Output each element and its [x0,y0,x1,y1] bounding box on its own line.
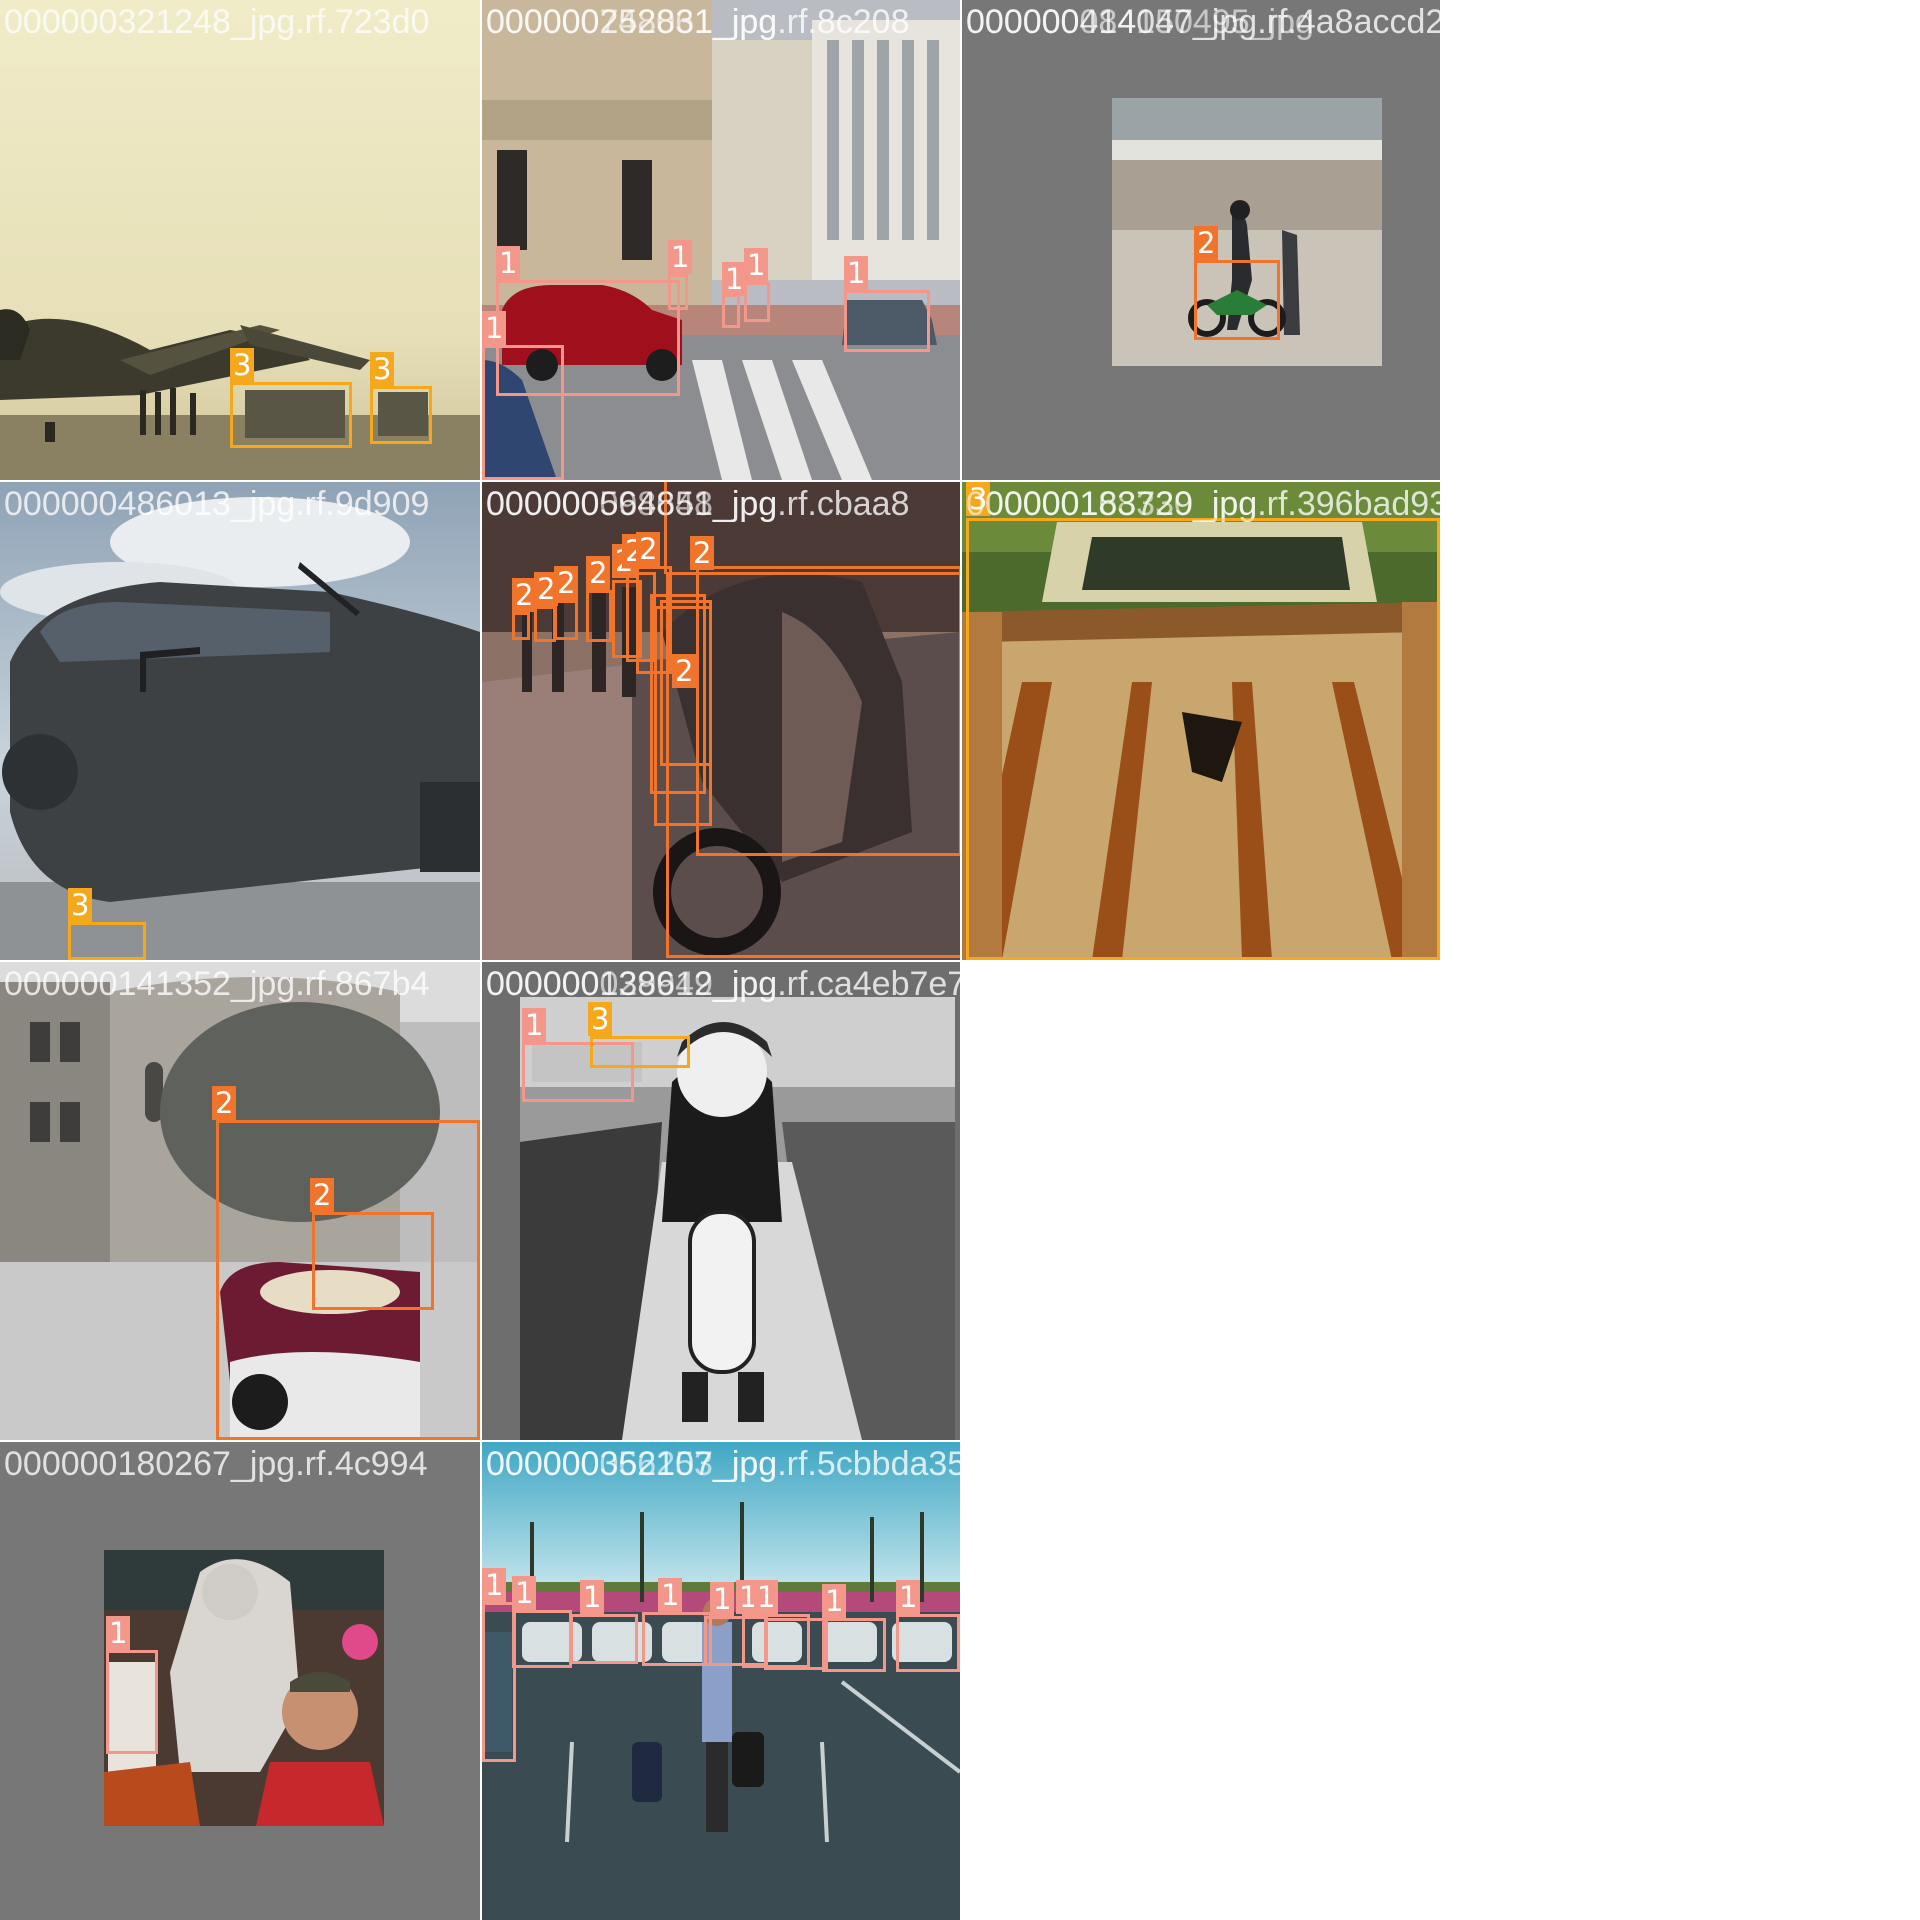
overlap-filename: 000000748061_jpg [486,3,778,41]
detection-box [696,566,960,856]
mosaic-tile-2: 000000252831_jpg.rf.8c208 1 1 1 1 1 1 [482,0,960,480]
detection-label: 2 [636,532,661,566]
detection-label: 1 [522,1008,547,1042]
detection-box [844,290,930,352]
detection-box [106,1650,158,1754]
detection-label: 1 [658,1578,683,1612]
detection-box [966,518,1440,960]
detection-label: 1 [106,1616,131,1650]
detection-box [512,1610,572,1668]
mosaic-tile-10: 000000352107_jpg.rf.5cbbda3501894cee9805… [482,1442,960,1920]
detection-box [764,1618,828,1670]
detection-box [590,1036,690,1068]
detection-label: 1 [496,246,521,280]
detection-label: 2 [586,556,611,590]
detection-box [822,1618,886,1672]
detection-box [570,1614,638,1664]
mosaic-tile-5: 000000564851_jpg.rf.cbaa8 2 2 2 2 2 2 2 … [482,482,960,960]
detection-label: 1 [722,262,747,296]
detection-box [722,294,740,328]
detection-box [370,386,432,444]
detection-label: 1 [844,256,869,290]
tile-photo [482,962,960,1440]
detection-label: 1 [754,1580,779,1614]
detection-label: 1 [896,1580,921,1614]
mosaic-tile-3: 000000414047_jpg.rf.4a8accd28c3bd15b988d… [962,0,1440,480]
detection-box [668,274,688,310]
detection-label: 1 [822,1584,847,1618]
detection-label: 2 [310,1178,335,1212]
detection-label: 3 [230,348,255,382]
detection-label: 2 [212,1086,237,1120]
detection-box [1194,260,1280,340]
detection-box [554,600,578,640]
detection-box [482,1602,516,1762]
detection-label: 1 [482,311,507,345]
overlap-filename: 000000084150495_jpg [966,3,1314,41]
detection-box [482,345,564,480]
mosaic-tile-1: 000000321248_jpg.rf.723d0 3 3 [0,0,480,480]
detection-label: 1 [512,1576,537,1610]
detection-label: 1 [482,1568,507,1602]
tile-photo [482,1442,960,1920]
detection-box [586,590,612,642]
mosaic-tile-7: 000000141352_jpg.rf.867b4 2 2 [0,962,480,1440]
detection-box [896,1614,960,1672]
detection-label: 2 [1194,226,1219,260]
detection-box [534,606,556,642]
overlap-filename: 000000029949_jpg [486,965,778,1003]
detection-label: 1 [744,248,769,282]
overlap-filename: 000000066253_jpg [486,1445,778,1483]
detection-label: 3 [68,888,93,922]
detection-box [230,382,352,448]
mosaic-tile-8: 000000138612_jpg.rf.ca4eb7e781cab151109e… [482,962,960,1440]
detection-label: 3 [370,352,395,386]
detection-label: 1 [580,1580,605,1614]
tile-photo [0,1442,480,1920]
detection-label: 2 [512,578,537,612]
detection-label: 1 [668,240,693,274]
mosaic-tile-6: 000000183729_jpg.rf.396bad93a51a7fab173f… [962,482,1440,960]
overlap-filename: 000000168330_jpg [966,485,1258,523]
overlap-filename: 000000098648_jpg [486,485,778,523]
detection-label: 1 [710,1582,735,1616]
detection-label: 3 [588,1002,613,1036]
detection-box [744,282,770,322]
detection-label: 2 [690,536,715,570]
detection-box [660,600,712,766]
mosaic-tile-4: 000000486013_jpg.rf.9d909 3 [0,482,480,960]
detection-box [642,1612,712,1666]
detection-box [312,1212,434,1310]
detection-box [512,612,530,640]
mosaic-tile-9: 000000180267_jpg.rf.4c994 1 [0,1442,480,1920]
detection-box [68,922,146,960]
detection-label: 2 [554,566,579,600]
